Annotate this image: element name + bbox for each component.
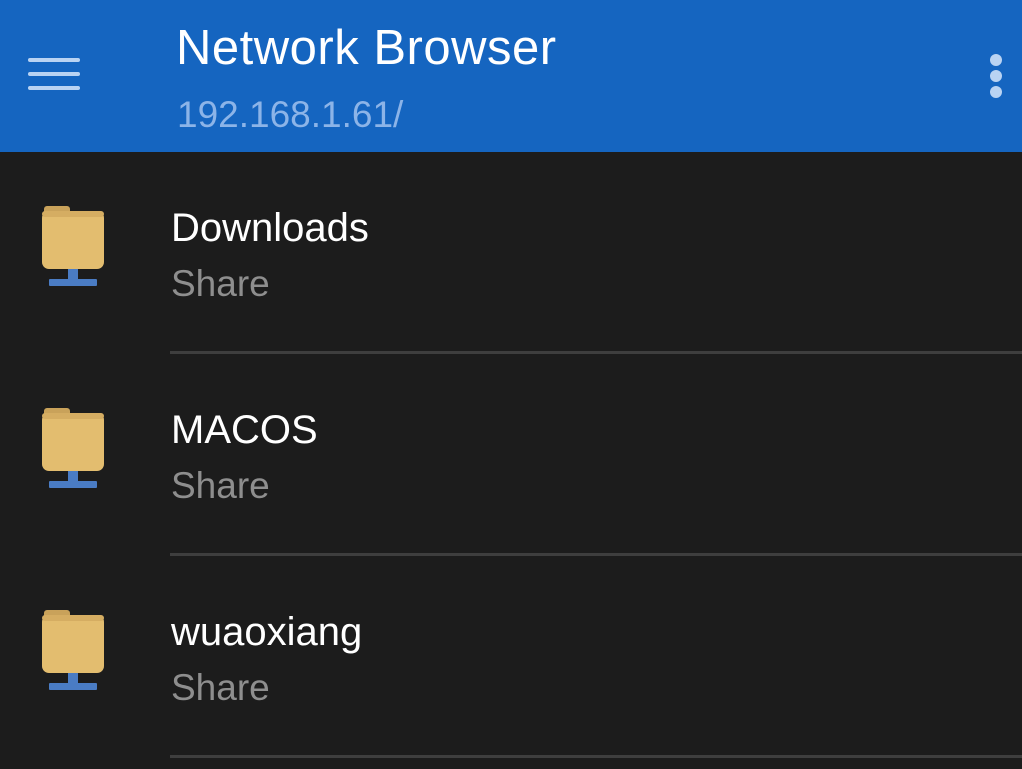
share-name: MACOS [171,408,318,452]
app-bar: Network Browser 192.168.1.61/ [0,0,1022,152]
menu-button[interactable] [28,56,80,92]
share-type: Share [171,263,270,304]
network-folder-icon [42,408,104,488]
network-folder-icon [42,610,104,690]
share-type: Share [171,667,270,708]
share-type: Share [171,465,270,506]
overflow-menu-button[interactable] [978,50,1014,102]
network-folder-icon [42,206,104,286]
share-name: Downloads [171,206,369,250]
divider [170,755,1022,758]
current-path: 192.168.1.61/ [177,94,404,135]
share-list: Downloads Share MACOS Share wuaoxiang Sh… [0,152,1022,758]
list-item-downloads[interactable]: Downloads Share [0,152,1022,354]
list-item-macos[interactable]: MACOS Share [0,354,1022,556]
list-item-wuaoxiang[interactable]: wuaoxiang Share [0,556,1022,758]
page-title: Network Browser [176,21,557,75]
share-name: wuaoxiang [171,610,363,654]
